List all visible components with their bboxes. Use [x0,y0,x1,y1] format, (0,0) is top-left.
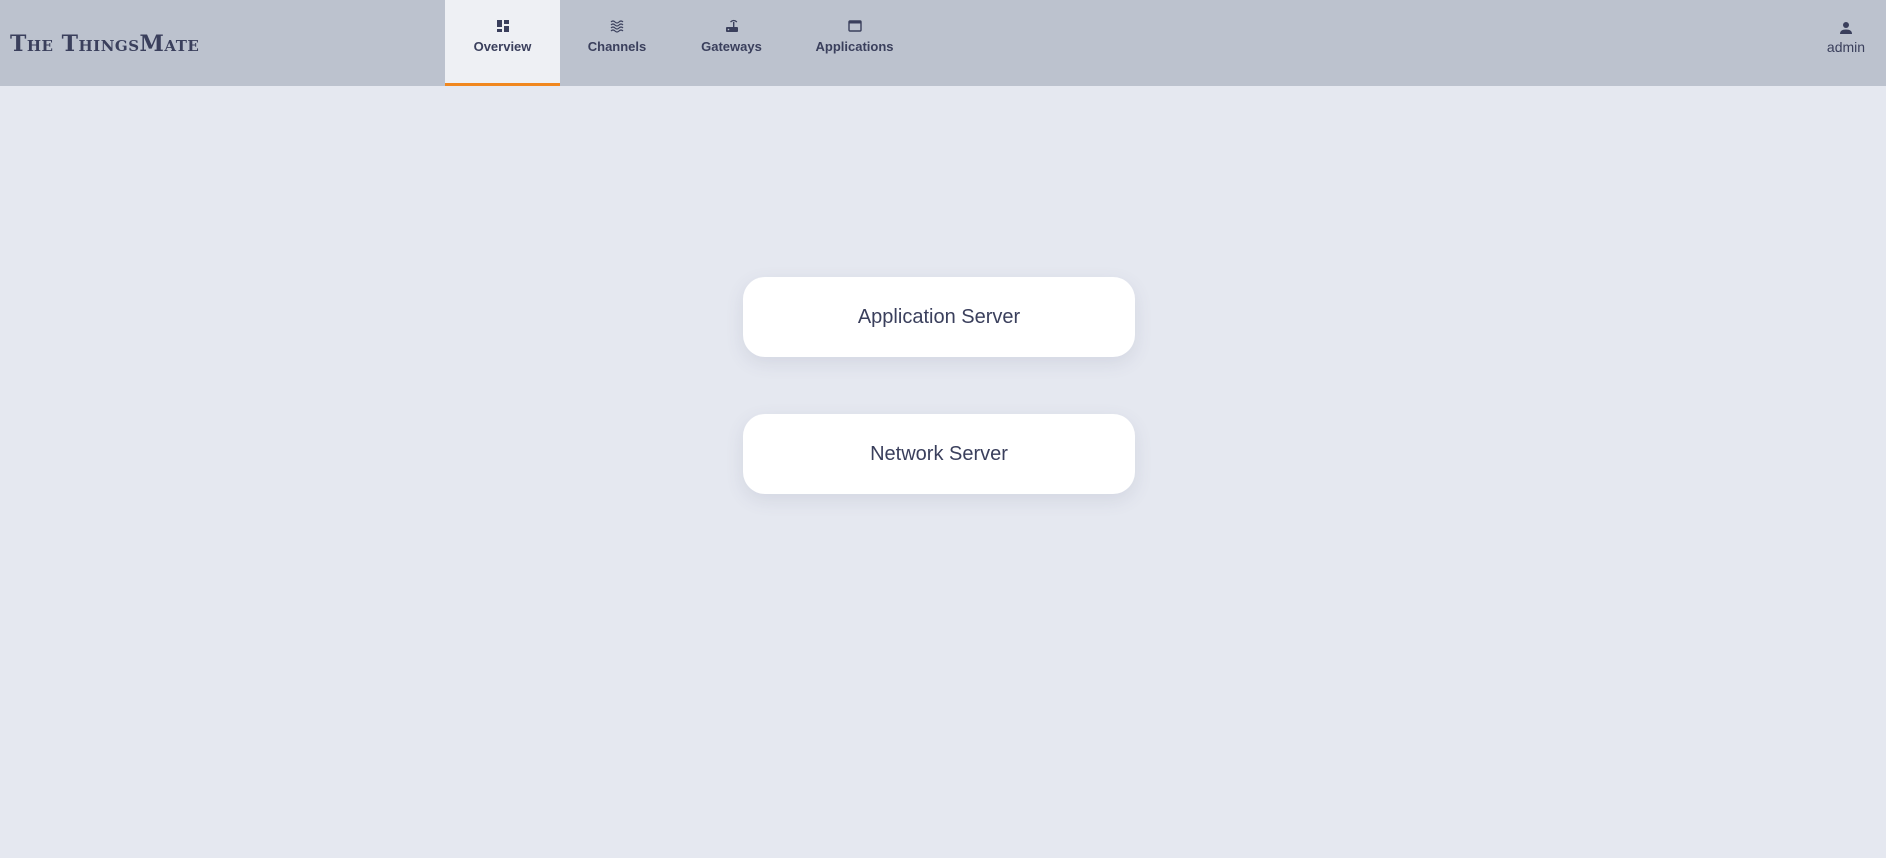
person-icon [1840,22,1852,34]
tab-overview[interactable]: Overview [445,0,560,86]
dashboard-icon [496,20,509,32]
user-name: admin [1826,39,1866,55]
tab-applications[interactable]: Applications [789,0,920,86]
tab-gateways[interactable]: Gateways [674,0,789,86]
tab-gateways-label: Gateways [701,39,762,54]
brand-logo[interactable]: The ThingsMate [10,31,199,57]
application-server-card[interactable]: Application Server [743,277,1135,357]
network-server-card[interactable]: Network Server [743,414,1135,494]
top-bar: The ThingsMate Overview Channels Gateway… [0,0,1886,86]
application-server-label: Application Server [857,305,1021,328]
user-menu[interactable]: admin [1824,20,1868,55]
tab-applications-label: Applications [815,39,894,54]
waves-icon [610,20,624,33]
window-icon [847,20,862,32]
network-server-label: Network Server [870,442,1008,465]
tab-channels-label: Channels [587,39,647,54]
tab-overview-label: Overview [473,39,532,54]
router-icon [725,19,738,32]
main-nav: Overview Channels Gateways Applications [445,0,920,86]
tab-channels[interactable]: Channels [560,0,674,86]
